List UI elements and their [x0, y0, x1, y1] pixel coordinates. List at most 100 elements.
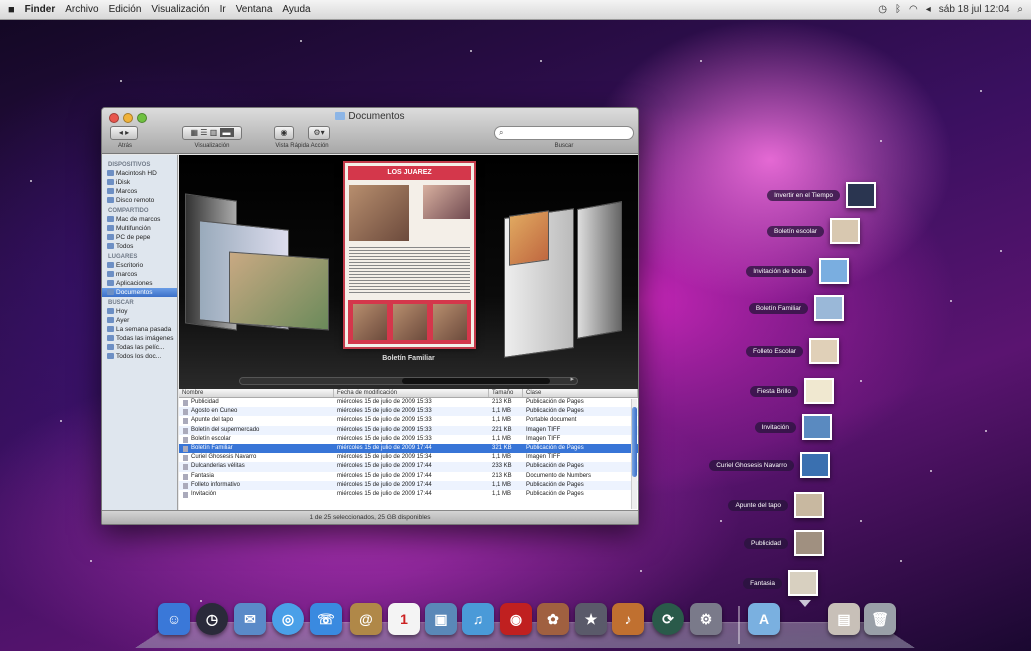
wifi-icon[interactable]: ◠	[909, 4, 918, 15]
coverflow-doc[interactable]	[577, 201, 622, 339]
dashboard-icon[interactable]: ◷	[196, 603, 228, 635]
mail-icon[interactable]: ✉	[234, 603, 266, 635]
sidebar-heading[interactable]: DISPOSITIVOS	[102, 159, 177, 169]
quicklook-button[interactable]: ◉	[274, 126, 294, 140]
stack-item[interactable]: Fiesta Brillo	[750, 378, 834, 404]
column-header-date[interactable]: Fecha de modificación	[334, 389, 489, 397]
sidebar-item[interactable]: iDisk	[102, 178, 177, 187]
list-scroll-thumb[interactable]	[632, 407, 637, 477]
sidebar-item[interactable]: Mac de marcos	[102, 215, 177, 224]
table-row[interactable]: Curiel Ghosesis Navarro miércoles 15 de j…	[179, 453, 638, 462]
sidebar-item[interactable]: Todos los doc...	[102, 352, 177, 361]
ical-icon[interactable]: 1	[388, 603, 420, 635]
sidebar-item[interactable]: Todos	[102, 242, 177, 251]
menu-item-archivo[interactable]: Archivo	[65, 4, 98, 15]
column-header-size[interactable]: Tamaño	[489, 389, 523, 397]
stack-item[interactable]: Publicidad	[744, 530, 824, 556]
list-scrollbar[interactable]	[631, 399, 637, 509]
column-header-kind[interactable]: Clase	[523, 389, 638, 397]
stack-item[interactable]: Fantasia	[743, 570, 818, 596]
stack-item[interactable]: Folleto Escolar	[746, 338, 839, 364]
sidebar-heading[interactable]: LUGARES	[102, 251, 177, 261]
preview-icon[interactable]: ▣	[425, 603, 457, 635]
action-button[interactable]: ⚙▾	[308, 126, 330, 140]
table-row[interactable]: Boletín escolar miércoles 15 de julio de …	[179, 435, 638, 444]
menu-item-ventana[interactable]: Ventana	[236, 4, 273, 15]
table-row[interactable]: Fantasia miércoles 15 de julio de 2009 17…	[179, 472, 638, 481]
coverflow-doc[interactable]	[509, 210, 549, 266]
stack-item[interactable]: Invitación	[755, 414, 832, 440]
coverflow-scrollbar[interactable]	[239, 377, 578, 385]
table-row[interactable]: Boletín del supermercado miércoles 15 de …	[179, 426, 638, 435]
coverflow-view-icon[interactable]: ▬	[220, 128, 234, 137]
spotlight-search-icon[interactable]: ⌕	[1017, 4, 1023, 15]
trash-icon[interactable]: 🗑	[864, 603, 896, 635]
ichat-icon[interactable]: ☏	[310, 603, 342, 635]
table-row[interactable]: Publicidad miércoles 15 de julio de 2009 …	[179, 398, 638, 407]
volume-icon[interactable]: ◂	[926, 4, 931, 15]
sidebar-heading[interactable]: BUSCAR	[102, 297, 177, 307]
time-machine-icon[interactable]: ◷	[878, 4, 887, 15]
sidebar-item[interactable]: Documentos	[102, 288, 177, 297]
garageband-icon[interactable]: ♪	[612, 603, 644, 635]
window-titlebar[interactable]: Documentos ◂ ▸ Atrás ▦ ☰ ▥ ▬ Visualizaci…	[102, 108, 638, 154]
menu-item-visualizaci-n[interactable]: Visualización	[151, 4, 209, 15]
itunes-icon[interactable]: ♫	[462, 603, 494, 635]
sidebar-item[interactable]: marcos	[102, 270, 177, 279]
apple-menu-icon[interactable]: ■	[8, 4, 15, 16]
sidebar-heading[interactable]: COMPARTIDO	[102, 205, 177, 215]
menu-item-ayuda[interactable]: Ayuda	[282, 4, 310, 15]
back-forward-button[interactable]: ◂ ▸	[110, 126, 138, 140]
iphoto-icon[interactable]: ✿	[537, 603, 569, 635]
imovie-icon[interactable]: ★	[575, 603, 607, 635]
sidebar-item[interactable]: Escritorio	[102, 261, 177, 270]
menu-clock[interactable]: sáb 18 jul 12:04	[939, 4, 1010, 15]
search-input[interactable]: ⌕	[494, 126, 634, 140]
photo-booth-icon[interactable]: ◉	[500, 603, 532, 635]
coverflow-view[interactable]: LOS JUAREZ Boletín Familiar ◂ ▸	[179, 155, 638, 389]
stack-item[interactable]: Curiel Ghosesis Navarro	[709, 452, 830, 478]
column-view-icon[interactable]: ▥	[210, 128, 218, 137]
sidebar-item[interactable]: Todas las pelíc...	[102, 343, 177, 352]
list-view-icon[interactable]: ☰	[200, 128, 207, 137]
stack-item[interactable]: Boletín Familiar	[749, 295, 844, 321]
stack-item[interactable]: Apunte del tapo	[728, 492, 824, 518]
safari-icon[interactable]: ◎	[272, 603, 304, 635]
sidebar-item[interactable]: PC de pepe	[102, 233, 177, 242]
sidebar-item[interactable]: Ayer	[102, 316, 177, 325]
documents-stack-icon[interactable]: ▤	[828, 603, 860, 635]
table-row[interactable]: Apunte del tapo miércoles 15 de julio de …	[179, 416, 638, 425]
menu-item-finder[interactable]: Finder	[25, 4, 56, 15]
sidebar-item[interactable]: Disco remoto	[102, 196, 177, 205]
sidebar-item[interactable]: Macintosh HD	[102, 169, 177, 178]
address-book-icon[interactable]: @	[350, 603, 382, 635]
sidebar-item[interactable]: Multifunción	[102, 224, 177, 233]
time-machine-icon[interactable]: ⟳	[652, 603, 684, 635]
stack-item[interactable]: Invertir en el Tiempo	[767, 182, 876, 208]
coverflow-scroll-thumb[interactable]	[402, 378, 550, 384]
table-row[interactable]: Dulcanderias vélitas miércoles 15 de juli…	[179, 462, 638, 471]
coverflow-right-arrow-icon[interactable]: ▸	[570, 375, 574, 383]
menu-item-ir[interactable]: Ir	[220, 4, 226, 15]
sidebar-item[interactable]: Todas las imágenes	[102, 334, 177, 343]
coverflow-selected-doc[interactable]: LOS JUAREZ	[343, 161, 476, 349]
finder-icon[interactable]: ☺	[158, 603, 190, 635]
table-row[interactable]: Agosto en Cuneo miércoles 15 de julio de …	[179, 407, 638, 416]
column-header-name[interactable]: Nombre	[179, 389, 334, 397]
sidebar-item[interactable]: Hoy	[102, 307, 177, 316]
applications-folder-icon[interactable]: A	[748, 603, 780, 635]
sidebar-item[interactable]: Marcos	[102, 187, 177, 196]
bluetooth-icon[interactable]: ᛒ	[895, 4, 901, 15]
table-row[interactable]: Folleto informativo miércoles 15 de julio…	[179, 481, 638, 490]
icon-view-icon[interactable]: ▦	[191, 128, 199, 137]
system-preferences-icon[interactable]: ⚙	[690, 603, 722, 635]
table-row[interactable]: Boletín Familiar miércoles 15 de julio de…	[179, 444, 638, 453]
sidebar-item[interactable]: La semana pasada	[102, 325, 177, 334]
stack-item[interactable]: Boletín escolar	[767, 218, 860, 244]
coverflow-doc[interactable]	[229, 252, 329, 331]
stack-item[interactable]: Invitación de boda	[746, 258, 849, 284]
menu-item-edici-n[interactable]: Edición	[109, 4, 142, 15]
table-row[interactable]: Invitación miércoles 15 de julio de 2009 …	[179, 490, 638, 499]
view-segmented-control[interactable]: ▦ ☰ ▥ ▬	[182, 126, 242, 140]
sidebar-item[interactable]: Aplicaciones	[102, 279, 177, 288]
